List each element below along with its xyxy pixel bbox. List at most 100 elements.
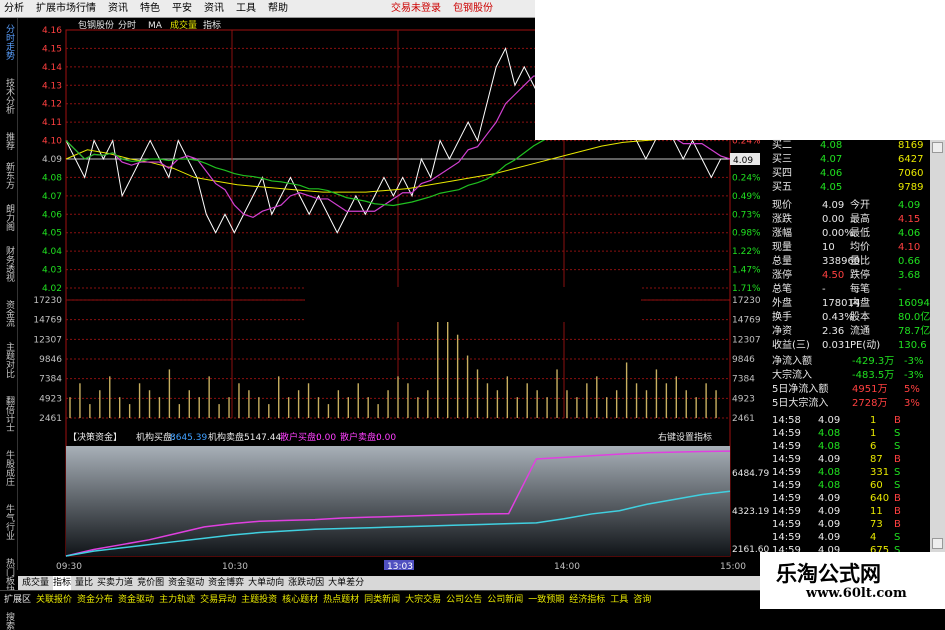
left-tab[interactable]: 财务透视 (2, 246, 16, 282)
menu-bar: 分析 扩展市场行情 资讯 特色 平安 资讯 工具 帮助 交易未登录 包钢股份 (0, 0, 535, 18)
price-tick-label: 4.15 (42, 44, 62, 54)
price-tick-label: 4.09 (42, 155, 62, 165)
trade-tick-row: 14:59 4.09 73 B (772, 519, 901, 530)
extension-tab[interactable]: 一致预期 (528, 591, 564, 609)
volume-tick-label-right: 2461 (732, 414, 755, 424)
volume-tick-label-right: 17230 (732, 296, 761, 306)
volume-tick-label: 9846 (39, 355, 62, 365)
fund-tick-label: 6484.79 (732, 469, 769, 479)
indicator-tab[interactable]: 竞价图 (137, 576, 164, 590)
time-label: 14:00 (554, 562, 580, 570)
extension-tabs: 扩展区 关联报价 资金分布 资金驱动 主力轨迹 交易异动 主题投资 核心题材 热点题材 同类新闻大… (0, 590, 770, 609)
volume-tick-label: 2461 (39, 414, 62, 424)
chart-header-ma[interactable]: MA (148, 21, 163, 31)
time-cursor-label: 13:03 (384, 560, 414, 572)
left-tab[interactable]: 资金流 (2, 300, 16, 327)
stat-row: 收益(三) 0.031 PE(动) 130.6 (772, 340, 927, 351)
extension-tab[interactable]: 经济指标 (569, 591, 605, 609)
menu-item[interactable]: 分析 (4, 0, 24, 18)
extension-tab[interactable]: 公司公告 (446, 591, 482, 609)
indicator-tab[interactable]: 资金博弈 (208, 576, 244, 590)
quote-scrollbar[interactable] (930, 140, 945, 552)
extension-tab[interactable]: 工具 (610, 591, 628, 609)
extension-tab[interactable]: 资金分布 (77, 591, 113, 609)
extension-tab[interactable]: 大宗交易 (405, 591, 441, 609)
stat-row: 涨停 4.50 跌停 3.68 (772, 270, 921, 281)
indicator-tab[interactable]: 涨跌动因 (288, 576, 324, 590)
extension-tab[interactable]: 扩展区 (4, 591, 31, 609)
menu-item[interactable]: 特色 (140, 0, 160, 18)
fund-settings[interactable]: 右键设置指标 (658, 431, 712, 443)
flow-row: 5日净流入额 4951万 5% (772, 384, 920, 395)
extension-tab[interactable]: 交易异动 (200, 591, 236, 609)
fund-tick-label: 4323.19 (732, 507, 769, 517)
left-tab[interactable]: 牛气行业 (2, 504, 16, 540)
extension-tab[interactable]: 主题投资 (241, 591, 277, 609)
chart-header-mode[interactable]: 分时 (118, 19, 136, 31)
extension-tab[interactable]: 核心题材 (282, 591, 318, 609)
chart-header-stock[interactable]: 包钢股份 (78, 19, 114, 31)
trade-tick-row: 14:59 4.09 11 B (772, 506, 901, 517)
menu-item[interactable]: 资讯 (108, 0, 128, 18)
stat-row: 现量 10 均价 4.10 (772, 242, 921, 253)
blank-overlay (535, 0, 945, 140)
left-tab[interactable]: 技术分析 (2, 78, 16, 114)
left-tab[interactable]: 翻倍计士 (2, 396, 16, 432)
left-tab[interactable]: 热门板块 (2, 558, 16, 594)
pct-tick-label: 0.98% (732, 229, 761, 239)
pct-tick-label: 0.24% (732, 173, 761, 183)
menu-item[interactable]: 帮助 (268, 0, 288, 18)
fund-inst_buy: 8645.39 (170, 433, 207, 443)
menu-item[interactable]: 平安 (172, 0, 192, 18)
bid-row: 买五 4.05 9789 (772, 182, 924, 193)
bid-row: 买二 4.08 8169 (772, 140, 924, 151)
extension-tab[interactable]: 资金驱动 (118, 591, 154, 609)
chart-header-vol[interactable]: 成交量 (170, 19, 197, 31)
menu-item[interactable]: 扩展市场行情 (36, 0, 96, 18)
volume-tick-label-right: 7384 (732, 375, 755, 385)
indicator-tab[interactable]: 指标 (53, 576, 72, 590)
volume-tick-label: 12307 (33, 335, 62, 345)
time-label: 15:00 (720, 562, 746, 570)
price-tick-label: 4.03 (42, 266, 62, 276)
menu-item[interactable]: 工具 (236, 0, 256, 18)
extension-tab[interactable]: 主力轨迹 (159, 591, 195, 609)
quote-panel: 买二 4.08 8169 买三 4.07 6427 买四 4.06 7060 买五 4.05 9789… (770, 140, 936, 569)
price-tick-label: 4.05 (42, 229, 62, 239)
menu-right-item[interactable]: 交易未登录 (391, 0, 441, 18)
extension-tab[interactable]: 关联报价 (36, 591, 72, 609)
extension-tab[interactable]: 同类新闻 (364, 591, 400, 609)
price-tick-label: 4.10 (42, 137, 62, 147)
redacted-box (305, 287, 641, 322)
bid-row: 买四 4.06 7060 (772, 168, 924, 179)
left-tab[interactable]: 牛股成庄 (2, 450, 16, 486)
fund-inst_sell: 5147.44 (244, 433, 281, 443)
left-tab[interactable]: 搜索 (2, 612, 16, 630)
left-tab[interactable]: 主题对比 (2, 342, 16, 378)
fund-retail_sell: 0.00 (376, 433, 396, 443)
extension-tab[interactable]: 咨询 (633, 591, 651, 609)
menu-right-item[interactable]: 包钢股份 (453, 0, 493, 18)
volume-tick-label: 17230 (33, 296, 62, 306)
price-tick-label: 4.16 (42, 26, 62, 36)
trade-tick-row: 14:58 4.09 1 B (772, 415, 901, 426)
left-tab[interactable]: 分时走势 (2, 24, 16, 60)
trade-tick-row: 14:59 4.08 331 S (772, 467, 901, 478)
indicator-tab[interactable]: 大单动向 (248, 576, 284, 590)
extension-tab[interactable]: 热点题材 (323, 591, 359, 609)
chart-header-ind[interactable]: 指标 (203, 19, 221, 31)
menu-item[interactable]: 资讯 (204, 0, 224, 18)
indicator-tab[interactable]: 成交量 (22, 576, 49, 590)
indicator-tab[interactable]: 量比 (75, 576, 93, 590)
pct-tick-label: 0.49% (732, 192, 761, 202)
fund-panel-bg (66, 446, 730, 556)
price-tick-label: 4.04 (42, 247, 62, 257)
extension-tab[interactable]: 公司新闻 (487, 591, 523, 609)
indicator-tab[interactable]: 大单差分 (328, 576, 364, 590)
indicator-tab[interactable]: 买卖力道 (97, 576, 133, 590)
left-tab[interactable]: 推荐 (2, 132, 16, 150)
left-tab[interactable]: 朗力阁 (2, 204, 16, 231)
price-tick-label: 4.12 (42, 100, 62, 110)
left-tab[interactable]: 新东方 (2, 162, 16, 189)
indicator-tab[interactable]: 资金驱动 (168, 576, 204, 590)
